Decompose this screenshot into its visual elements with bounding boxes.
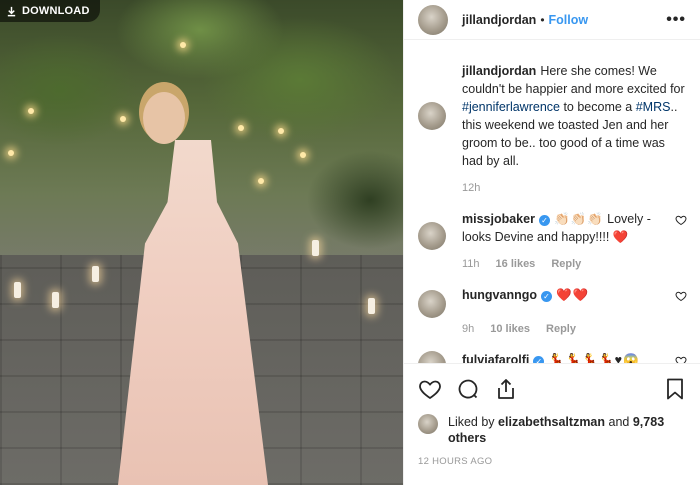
comment-meta: 9h 10 likes Reply: [462, 320, 659, 338]
candle: [52, 292, 59, 308]
comment: hungvanngo ✓ ❤️❤️ 9h 10 likes Reply: [418, 286, 687, 338]
post-modal: DOWNLOAD jillandjordan • Follow ••• jill…: [0, 0, 700, 485]
more-options-icon[interactable]: •••: [666, 11, 686, 29]
post-photo[interactable]: DOWNLOAD: [0, 0, 403, 485]
caption: jillandjordan Here she comes! We couldn't…: [418, 50, 687, 197]
comment-like-icon[interactable]: [675, 214, 687, 226]
caption-username[interactable]: jillandjordan: [462, 64, 536, 78]
candle: [14, 282, 21, 298]
comment-text: fulviafarolfi ✓ 💃💃💃💃♥😱: [462, 351, 659, 363]
string-light: [238, 125, 244, 131]
comment-emoji: 💃💃💃💃♥😱: [548, 353, 640, 363]
download-label: DOWNLOAD: [22, 5, 90, 17]
comment-text: missjobaker ✓ 👏🏻👏🏻👏🏻 Lovely - looks Devine…: [462, 210, 659, 246]
string-light: [180, 42, 186, 48]
string-light: [8, 150, 14, 156]
header-username[interactable]: jillandjordan: [462, 13, 536, 27]
comment-username[interactable]: fulviafarolfi: [462, 353, 529, 363]
post-sidebar: jillandjordan • Follow ••• jillandjordan…: [403, 0, 700, 485]
string-light: [300, 152, 306, 158]
caption-text: jillandjordan Here she comes! We couldn't…: [462, 62, 687, 170]
liked-by-and: and: [608, 415, 630, 429]
avatar[interactable]: [418, 222, 446, 250]
liked-by-user[interactable]: elizabethsaltzman: [498, 415, 605, 429]
separator-dot: •: [540, 12, 545, 27]
comment-likes[interactable]: 16 likes: [496, 255, 536, 273]
verified-icon: ✓: [541, 291, 552, 302]
download-button[interactable]: DOWNLOAD: [0, 0, 100, 22]
string-light: [28, 108, 34, 114]
avatar[interactable]: [418, 351, 446, 363]
avatar[interactable]: [418, 414, 438, 434]
reply-button[interactable]: Reply: [551, 255, 581, 273]
string-light: [120, 116, 126, 122]
person-head: [143, 92, 185, 144]
candle: [368, 298, 375, 314]
comment-emoji: ❤️❤️: [556, 288, 590, 302]
comment-icon[interactable]: [456, 377, 480, 401]
post-actions: Liked by elizabethsaltzman and 9,783 oth…: [404, 363, 700, 467]
liked-by-prefix: Liked by: [448, 415, 495, 429]
follow-button[interactable]: Follow: [549, 13, 589, 27]
comment: fulviafarolfi ✓ 💃💃💃💃♥😱: [418, 351, 687, 363]
avatar[interactable]: [418, 102, 446, 130]
download-icon: [7, 6, 16, 16]
caption-text-part: to become a: [559, 100, 636, 114]
caption-time[interactable]: 12h: [462, 179, 480, 197]
comment-emoji: 👏🏻👏🏻👏🏻: [553, 212, 604, 226]
heart-icon[interactable]: [418, 377, 442, 401]
comment-time[interactable]: 11h: [462, 255, 480, 273]
caption-meta: 12h: [462, 179, 687, 197]
comment-likes[interactable]: 10 likes: [490, 320, 530, 338]
comment-like-icon[interactable]: [675, 355, 687, 363]
verified-icon: ✓: [533, 356, 545, 363]
comment-time[interactable]: 9h: [462, 320, 474, 338]
comments-list[interactable]: jillandjordan Here she comes! We couldn't…: [404, 50, 700, 363]
comment-like-icon[interactable]: [675, 290, 687, 302]
reply-button[interactable]: Reply: [546, 320, 576, 338]
comment: missjobaker ✓ 👏🏻👏🏻👏🏻 Lovely - looks Devine…: [418, 210, 687, 273]
avatar[interactable]: [418, 290, 446, 318]
post-timestamp[interactable]: 12 HOURS AGO: [418, 456, 687, 467]
comment-username[interactable]: missjobaker: [462, 212, 535, 226]
candle: [312, 240, 319, 256]
candle: [92, 266, 99, 282]
liked-by-text: Liked by elizabethsaltzman and 9,783 oth…: [448, 414, 687, 446]
comment-trailing-emoji: ❤️: [612, 230, 629, 244]
liked-by: Liked by elizabethsaltzman and 9,783 oth…: [418, 414, 687, 446]
hashtag-link[interactable]: #MRS: [636, 100, 671, 114]
string-light: [278, 128, 284, 134]
avatar[interactable]: [418, 4, 448, 35]
comment-meta: 11h 16 likes Reply: [462, 255, 659, 273]
bookmark-icon[interactable]: [663, 377, 687, 401]
comment-username[interactable]: hungvanngo: [462, 288, 537, 302]
action-icons: [418, 376, 687, 402]
hashtag-link[interactable]: #jenniferlawrence: [462, 100, 560, 114]
share-icon[interactable]: [494, 377, 518, 401]
comment-text: hungvanngo ✓ ❤️❤️: [462, 286, 659, 304]
string-light: [258, 178, 264, 184]
verified-icon: ✓: [538, 215, 550, 226]
post-header: jillandjordan • Follow •••: [404, 0, 700, 40]
